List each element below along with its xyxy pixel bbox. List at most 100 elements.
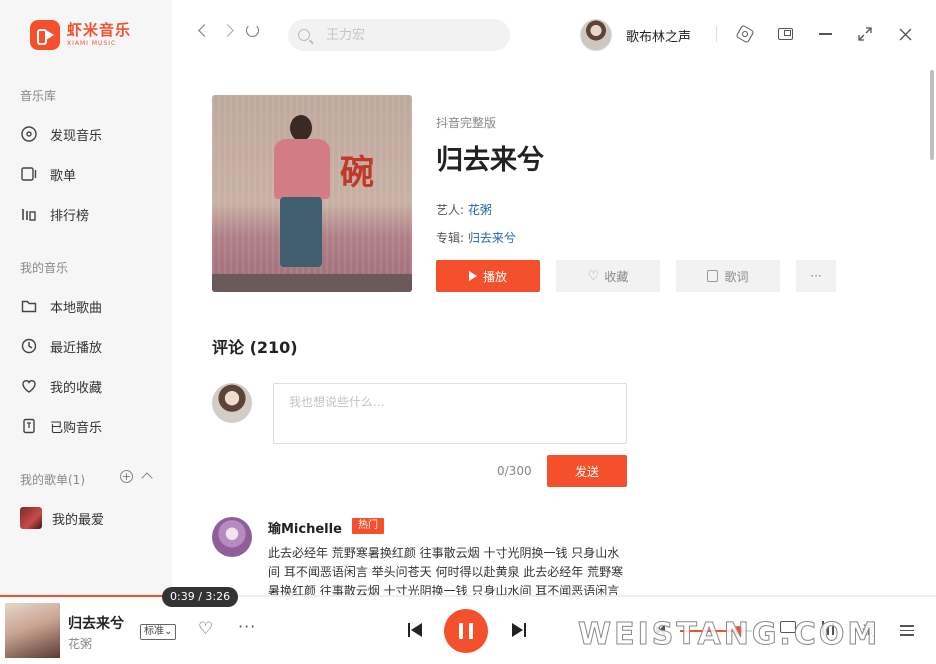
search-box [288, 19, 510, 51]
mini-mode-button[interactable] [775, 24, 795, 44]
sidebar-playlist-favorite[interactable]: 我的最爱 [20, 506, 160, 530]
cover-character: 碗 [340, 153, 374, 193]
maximize-button[interactable] [855, 24, 875, 44]
chevron-down-icon: ⌄ [164, 626, 173, 637]
collect-button[interactable]: ♡ 收藏 [556, 260, 660, 292]
comment-input[interactable] [273, 383, 627, 444]
search-icon [298, 29, 310, 41]
sidebar-item-label: 发现音乐 [50, 128, 103, 144]
playlist-thumbnail [20, 507, 42, 529]
time-tooltip: 0:39 / 3:26 [162, 587, 239, 607]
refresh-icon[interactable] [246, 24, 259, 37]
sidebar-item-purchased[interactable]: 已购音乐 [20, 414, 160, 438]
like-icon[interactable]: ♡ [198, 619, 213, 639]
now-playing-title[interactable]: 归去来兮 [68, 613, 124, 633]
folder-icon [20, 297, 38, 315]
sidebar-item-charts[interactable]: 排行榜 [20, 202, 160, 226]
watermark: WEISTANG.COM [577, 617, 881, 653]
play-button[interactable]: 播放 [436, 260, 540, 292]
lyrics-button-label: 歌词 [724, 269, 749, 284]
char-count: 0/300 [497, 464, 532, 478]
avatar[interactable] [580, 19, 612, 51]
search-input[interactable] [326, 27, 496, 43]
now-playing-cover[interactable] [5, 603, 60, 658]
divider [716, 26, 717, 42]
lyrics-button[interactable]: 歌词 [676, 260, 780, 292]
logo-icon [30, 20, 60, 50]
play-icon [468, 271, 477, 281]
sidebar: 虾米音乐 XIAMI MUSIC 音乐库 发现音乐 歌单 排行榜 我的音乐 本地… [0, 0, 172, 596]
back-icon[interactable] [198, 24, 211, 37]
queue-icon [900, 625, 914, 636]
app-logo[interactable]: 虾米音乐 XIAMI MUSIC [30, 20, 131, 50]
sidebar-item-label: 最近播放 [50, 340, 103, 356]
close-button[interactable] [895, 24, 915, 44]
more-icon: ··· [810, 269, 822, 283]
pause-button[interactable] [444, 609, 488, 653]
sidebar-item-favorites[interactable]: 我的收藏 [20, 374, 160, 398]
sidebar-item-label: 歌单 [50, 168, 77, 184]
sidebar-item-label: 本地歌曲 [50, 300, 103, 316]
album-row: 专辑: 归去来兮 [436, 229, 516, 246]
album-cover[interactable]: 碗 [212, 95, 412, 292]
song-subtitle: 抖音完整版 [436, 116, 497, 130]
album-link[interactable]: 归去来兮 [468, 231, 516, 245]
chart-icon [20, 205, 38, 223]
sidebar-item-label: 排行榜 [50, 208, 90, 224]
minimize-button[interactable] [815, 24, 835, 44]
sidebar-item-label: 我的最爱 [52, 512, 105, 528]
comment-text: 此去必经年 荒野寒暑换红颜 往事散云烟 十寸光阴换一钱 只身山水间 耳不闻恶语闲… [268, 546, 624, 596]
expand-icon [858, 27, 872, 41]
heart-outline-icon: ♡ [587, 268, 600, 284]
user-profile[interactable]: 歌布林之声 [580, 19, 691, 51]
comment-username[interactable]: 瑜Michelle [268, 518, 342, 537]
skin-button[interactable] [735, 24, 755, 44]
play-button-label: 播放 [482, 269, 507, 284]
sidebar-item-playlists[interactable]: 歌单 [20, 162, 160, 186]
next-track-icon[interactable] [512, 623, 526, 637]
sidebar-item-label: 我的收藏 [50, 380, 103, 396]
chevron-up-icon[interactable] [141, 472, 153, 484]
artist-row: 艺人: 花粥 [436, 201, 492, 218]
sidebar-item-label: 已购音乐 [50, 420, 103, 436]
lyrics-icon [707, 270, 719, 282]
album-label: 专辑: [436, 231, 465, 245]
comment-avatar[interactable] [212, 517, 252, 557]
sidebar-item-recent[interactable]: 最近播放 [20, 334, 160, 358]
scrollbar[interactable] [930, 70, 934, 160]
logo-subtext: XIAMI MUSIC [67, 40, 117, 47]
settings-icon [735, 24, 755, 44]
hot-badge: 热门 [352, 518, 384, 534]
artist-link[interactable]: 花粥 [468, 203, 492, 217]
forward-icon[interactable] [221, 24, 234, 37]
send-button[interactable]: 发送 [547, 455, 627, 487]
section-title-my-music: 我的音乐 [20, 261, 69, 275]
sidebar-item-discover[interactable]: 发现音乐 [20, 122, 160, 146]
purchased-icon [20, 417, 38, 435]
quality-label: 标准 [144, 626, 164, 637]
mini-player-icon [777, 28, 793, 40]
add-playlist-icon[interactable]: + [120, 470, 133, 483]
section-title-library: 音乐库 [20, 89, 57, 103]
close-icon [899, 28, 911, 40]
comments-heading: 评论 (210) [212, 338, 298, 357]
logo-text: 虾米音乐 [67, 21, 132, 39]
heart-icon [20, 377, 38, 395]
song-title: 归去来兮 [436, 145, 544, 176]
now-playing-artist[interactable]: 花粥 [68, 635, 92, 652]
user-name[interactable]: 歌布林之声 [626, 26, 691, 45]
artist-label: 艺人: [436, 203, 465, 217]
previous-track-icon[interactable] [408, 623, 422, 637]
clock-icon [20, 337, 38, 355]
minimize-icon [818, 33, 832, 35]
section-title-my-playlists: 我的歌单(1) [20, 473, 85, 487]
disc-icon [20, 125, 38, 143]
my-avatar [212, 383, 252, 423]
more-options-icon[interactable]: ··· [238, 617, 256, 636]
playlist-queue-button[interactable] [900, 625, 914, 636]
quality-selector[interactable]: 标准⌄ [140, 624, 177, 640]
collect-button-label: 收藏 [604, 269, 629, 284]
sidebar-item-local[interactable]: 本地歌曲 [20, 294, 160, 318]
playlist-icon [20, 165, 38, 183]
more-button[interactable]: ··· [796, 260, 836, 292]
